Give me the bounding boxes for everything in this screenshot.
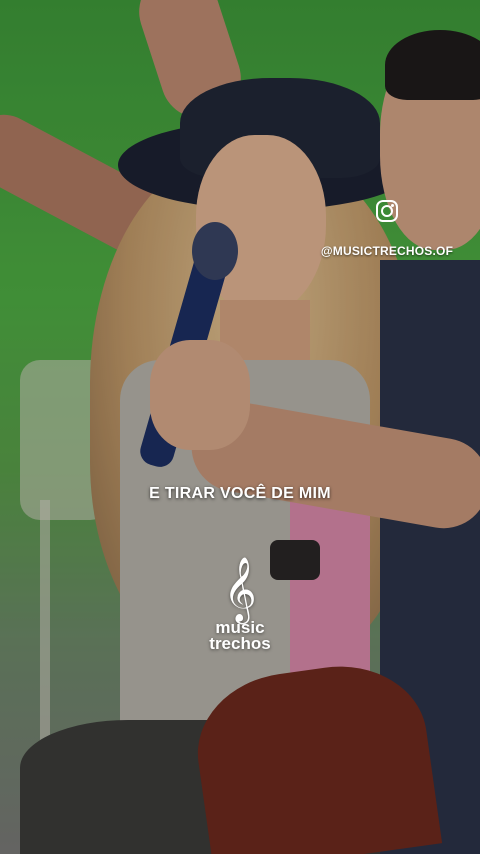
instagram-icon bbox=[376, 200, 398, 222]
social-handle: @MUSICTRECHOS.OF bbox=[320, 244, 454, 258]
lyric-caption: E TIRAR VOCÊ DE MIM bbox=[149, 485, 331, 502]
music-trechos-logo: 𝄞 music trechos bbox=[190, 557, 290, 653]
logo-line-trechos: trechos bbox=[209, 634, 271, 653]
video-dim-overlay bbox=[0, 0, 480, 854]
video-frame bbox=[0, 0, 480, 854]
social-handle-block: @MUSICTRECHOS.OF bbox=[320, 200, 454, 258]
treble-clef-icon: 𝄞 bbox=[223, 557, 257, 622]
